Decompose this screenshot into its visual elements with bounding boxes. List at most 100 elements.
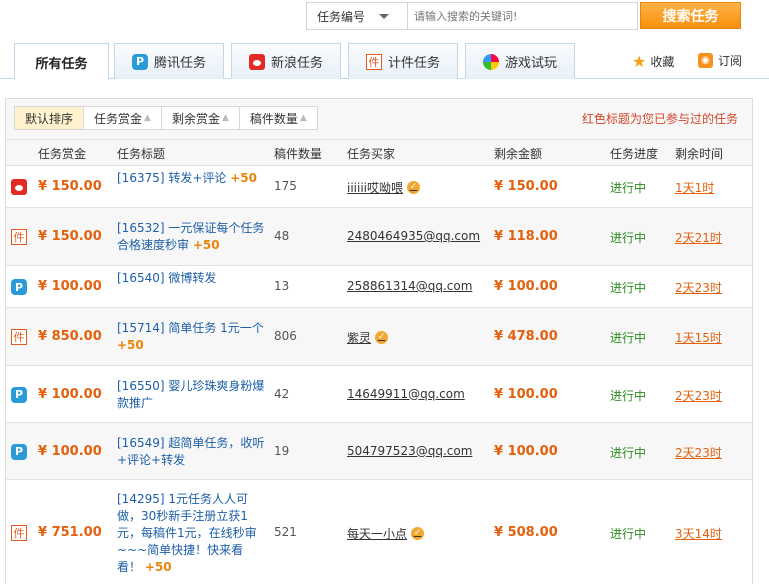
column-header: 任务进度 bbox=[610, 147, 659, 161]
progress-status: 进行中 bbox=[610, 281, 647, 295]
reward-amount: ¥ 100.00 bbox=[38, 443, 102, 459]
verified-icon: ✓ bbox=[411, 527, 425, 540]
remaining-amount: ¥ 118.00 bbox=[494, 229, 558, 244]
remaining-amount: ¥ 100.00 bbox=[494, 279, 558, 294]
remaining-time-link[interactable]: 1天1时 bbox=[675, 179, 714, 196]
tab-all[interactable]: 所有任务 bbox=[14, 43, 109, 80]
submission-count: 175 bbox=[274, 179, 297, 193]
buyer-link[interactable]: 每天一小点 ✓ bbox=[347, 525, 425, 542]
buyer-name: 504797523@qq.com bbox=[347, 443, 473, 458]
remaining-time-link[interactable]: 2天21时 bbox=[675, 229, 722, 246]
buyer-link[interactable]: 紫灵 ✓ bbox=[347, 329, 389, 346]
submission-count: 19 bbox=[274, 443, 290, 458]
qq-icon: P bbox=[11, 443, 27, 460]
verified-icon: ✓ bbox=[375, 331, 389, 344]
remaining-time-link[interactable]: 2天23时 bbox=[675, 279, 722, 296]
buyer-name: iiiiii哎呦喂 bbox=[347, 181, 404, 195]
weibo-icon bbox=[248, 53, 265, 70]
tab-label: 腾讯任务 bbox=[153, 56, 206, 71]
favorite-link[interactable]: ★ 收藏 bbox=[632, 52, 674, 71]
progress-status: 进行中 bbox=[610, 231, 647, 245]
column-header: 剩余时间 bbox=[675, 147, 724, 161]
sort-label: 剩余赏金 bbox=[171, 111, 220, 126]
sort-remaining-button[interactable]: 剩余赏金 ▲ bbox=[161, 107, 240, 129]
sort-arrow-icon: ▲ bbox=[144, 113, 151, 123]
search-bar: 任务编号 搜索任务 bbox=[306, 2, 741, 30]
progress-status: 进行中 bbox=[610, 527, 647, 541]
weibo-icon bbox=[11, 179, 27, 195]
tab-sina[interactable]: 新浪任务 bbox=[231, 43, 341, 79]
task-title-text: [16532] 一元保证每个任务合格速度秒审 bbox=[117, 221, 265, 252]
remaining-amount: ¥ 478.00 bbox=[494, 329, 558, 344]
remaining-time-link[interactable]: 2天23时 bbox=[675, 387, 722, 404]
task-title-link[interactable]: [16532] 一元保证每个任务合格速度秒审 +50 bbox=[117, 220, 265, 254]
buyer-name: 2480464935@qq.com bbox=[347, 229, 481, 243]
table-row: 件 ¥ 150.00 [16532] 一元保证每个任务合格速度秒审 +50 48 248… bbox=[6, 207, 752, 265]
tab-tencent[interactable]: P 腾讯任务 bbox=[114, 43, 224, 79]
reward-amount: ¥ 100.00 bbox=[38, 279, 102, 294]
table-row: P ¥ 100.00 [16550] 婴儿珍珠爽身粉爆款推广 42 14649911@q… bbox=[6, 365, 752, 422]
buyer-link[interactable]: 258861314@qq.com bbox=[347, 279, 472, 293]
tab-piecework[interactable]: 件 计件任务 bbox=[348, 43, 458, 79]
remaining-time-link[interactable]: 3天14时 bbox=[675, 525, 722, 542]
qq-icon: P bbox=[11, 279, 27, 295]
subscribe-link[interactable]: ◉ 订阅 bbox=[698, 52, 742, 69]
game-icon bbox=[482, 53, 499, 70]
column-header: 任务赏金 bbox=[38, 147, 87, 161]
task-title-link[interactable]: [16375] 转发+评论 +50 bbox=[117, 170, 265, 187]
sort-default-button[interactable]: 默认排序 bbox=[15, 107, 85, 129]
tab-label: 游戏试玩 bbox=[504, 56, 557, 71]
task-title-link[interactable]: [16550] 婴儿珍珠爽身粉爆款推广 bbox=[117, 378, 265, 412]
buyer-link[interactable]: 504797523@qq.com bbox=[347, 444, 472, 458]
tab-label: 新浪任务 bbox=[270, 56, 323, 71]
task-title-link[interactable]: [14295] 1元任务人人可做，30秒新手注册立获1元，每稿件1元，在线秒审~… bbox=[117, 491, 265, 576]
task-title-text: [16549] 超简单任务，收听+评论+转发 bbox=[117, 435, 265, 467]
verified-icon: ✓ bbox=[407, 181, 421, 194]
table-row: 件 ¥ 751.00 [14295] 1元任务人人可做，30秒新手注册立获1元，每稿… bbox=[6, 479, 752, 584]
remaining-amount: ¥ 100.00 bbox=[494, 443, 558, 459]
sort-reward-button[interactable]: 任务赏金 ▲ bbox=[84, 107, 162, 129]
submission-count: 521 bbox=[274, 525, 297, 539]
table-header: 任务赏金 任务标题 稿件数量 任务买家 剩余金额 任务进度 剩余时间 bbox=[6, 139, 752, 165]
task-title-link[interactable]: [16549] 超简单任务，收听+评论+转发 bbox=[117, 435, 265, 469]
search-category-select[interactable]: 任务编号 bbox=[306, 2, 407, 30]
jian-icon: 件 bbox=[365, 53, 382, 70]
remaining-amount: ¥ 150.00 bbox=[494, 179, 558, 194]
buyer-name: 每天一小点 bbox=[347, 527, 408, 541]
sort-label: 默认排序 bbox=[25, 111, 74, 126]
qq-icon: P bbox=[11, 386, 27, 403]
reward-amount: ¥ 100.00 bbox=[38, 386, 102, 402]
tab-game-trial[interactable]: 游戏试玩 bbox=[465, 43, 575, 79]
subscribe-label: 订阅 bbox=[718, 54, 743, 68]
remaining-time-link[interactable]: 2天23时 bbox=[675, 444, 722, 461]
bonus-badge: +50 bbox=[192, 238, 220, 252]
column-header: 任务标题 bbox=[117, 147, 166, 161]
table-row: 件 ¥ 850.00 [15714] 简单任务 1元一个 +50 806 紫灵 ✓ ¥ 47… bbox=[6, 307, 752, 365]
reward-amount: ¥ 850.00 bbox=[38, 329, 102, 344]
reward-amount: ¥ 150.00 bbox=[38, 179, 102, 194]
progress-status: 进行中 bbox=[610, 181, 647, 195]
task-title-link[interactable]: [16540] 微博转发 bbox=[117, 270, 265, 287]
star-icon: ★ bbox=[632, 52, 647, 71]
search-category-label: 任务编号 bbox=[317, 9, 366, 24]
chevron-down-icon bbox=[379, 13, 390, 19]
bonus-badge: +50 bbox=[144, 559, 172, 574]
task-title-text: [16375] 转发+评论 bbox=[117, 171, 227, 185]
buyer-link[interactable]: iiiiii哎呦喂 ✓ bbox=[347, 179, 421, 196]
tab-label: 计件任务 bbox=[387, 56, 440, 71]
remaining-amount: ¥ 100.00 bbox=[494, 386, 558, 402]
buyer-name: 14649911@qq.com bbox=[347, 386, 465, 401]
remaining-time-link[interactable]: 1天15时 bbox=[675, 329, 722, 346]
progress-status: 进行中 bbox=[610, 331, 647, 345]
search-input[interactable] bbox=[407, 2, 638, 30]
rss-icon: ◉ bbox=[698, 53, 713, 68]
sort-count-button[interactable]: 稿件数量 ▲ bbox=[239, 107, 317, 129]
search-button[interactable]: 搜索任务 bbox=[640, 2, 741, 29]
buyer-link[interactable]: 14649911@qq.com bbox=[347, 387, 465, 401]
task-title-link[interactable]: [15714] 简单任务 1元一个 +50 bbox=[117, 320, 265, 354]
buyer-link[interactable]: 2480464935@qq.com bbox=[347, 229, 480, 243]
bonus-badge: +50 bbox=[230, 171, 258, 185]
progress-status: 进行中 bbox=[610, 445, 647, 460]
submission-count: 13 bbox=[274, 279, 290, 293]
sort-label: 任务赏金 bbox=[94, 111, 143, 126]
